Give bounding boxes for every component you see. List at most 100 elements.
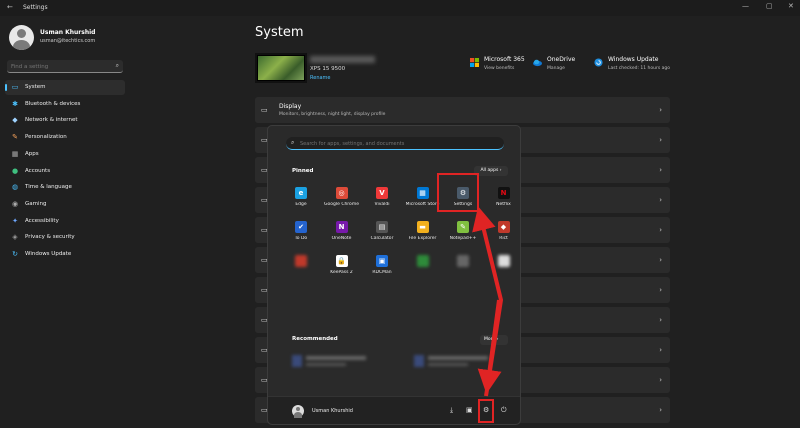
sidebar-item-gaming[interactable]: ◉ Gaming bbox=[5, 197, 125, 212]
all-apps-button[interactable]: All apps › bbox=[474, 166, 508, 176]
sidebar-item-label: Gaming bbox=[25, 200, 47, 207]
maximize-button[interactable]: ▢ bbox=[766, 2, 773, 10]
chevron-right-icon: › bbox=[659, 166, 662, 174]
onenote-icon: N bbox=[335, 221, 348, 233]
chevron-right-icon: › bbox=[659, 406, 662, 414]
rdcman-icon: ▣ bbox=[376, 255, 388, 267]
find-setting-search[interactable]: ⌕ bbox=[7, 60, 123, 73]
power-icon[interactable]: ⏻ bbox=[501, 406, 507, 415]
more-button[interactable]: More › bbox=[480, 335, 508, 345]
pinned-app[interactable] bbox=[443, 252, 483, 286]
page-title: System bbox=[255, 25, 304, 40]
sidebar-item-label: Windows Update bbox=[25, 251, 72, 257]
pinned-app[interactable]: ✎ Notepad++ bbox=[443, 218, 483, 252]
pinned-app-label: Rict bbox=[499, 236, 508, 241]
pinned-app[interactable]: ◎ Google Chrome bbox=[322, 184, 362, 218]
recommended-item[interactable] bbox=[292, 354, 392, 370]
sidebar-item-label: Bluetooth & devices bbox=[25, 100, 81, 107]
chrome-icon: ◎ bbox=[335, 187, 348, 199]
sidebar-item-label: Network & internet bbox=[25, 117, 78, 124]
start-user-name[interactable]: Usman Khurshid bbox=[312, 408, 353, 414]
app-icon: ◆ bbox=[497, 221, 510, 233]
user-avatar[interactable] bbox=[292, 405, 304, 418]
gallery-icon[interactable]: ▣ bbox=[466, 406, 473, 414]
user-name: Usman Khurshid bbox=[40, 29, 96, 36]
sidebar-item-network-internet[interactable]: ◆ Network & internet bbox=[5, 113, 125, 128]
search-input[interactable] bbox=[11, 61, 111, 72]
globe-icon: ◍ bbox=[11, 183, 19, 192]
qa-subtitle: View benefits bbox=[484, 66, 515, 71]
bluetooth-icon: ✱ bbox=[12, 99, 18, 108]
qa-title: Windows Update bbox=[608, 56, 659, 63]
pinned-app[interactable]: N Netflix bbox=[484, 184, 524, 218]
sidebar-item-windows-update[interactable]: ↻ Windows Update bbox=[5, 247, 125, 262]
sidebar-item-label: Accounts bbox=[25, 167, 51, 174]
settings-row[interactable]: ▭ Display Monitors, brightness, night ligh… bbox=[255, 97, 670, 123]
downloads-icon[interactable]: ⤓ bbox=[450, 406, 453, 415]
device-wallpaper-thumbnail bbox=[255, 53, 307, 83]
pinned-app[interactable]: V Vivaldi bbox=[362, 184, 402, 218]
pinned-app[interactable]: ✔ To Do bbox=[281, 218, 321, 252]
sidebar-item-label: Personalization bbox=[25, 134, 67, 141]
sidebar-item-accessibility[interactable]: ✦ Accessibility bbox=[5, 214, 125, 229]
qa-subtitle: Manage bbox=[547, 66, 565, 71]
pinned-app[interactable]: ▤ Calculator bbox=[362, 218, 402, 252]
row-subtitle: Monitors, brightness, night light, displ… bbox=[279, 112, 386, 117]
apps-icon: ▦ bbox=[11, 149, 19, 158]
keepass-icon: 🔒 bbox=[335, 255, 348, 267]
start-search-input[interactable] bbox=[300, 138, 495, 149]
sidebar-item-time-language[interactable]: ◍ Time & language bbox=[5, 180, 125, 195]
sidebar-item-system[interactable]: ▭ System bbox=[5, 80, 125, 95]
sidebar-item-personalization[interactable]: ✎ Personalization bbox=[5, 130, 125, 145]
pinned-app[interactable] bbox=[281, 252, 321, 286]
device-name-redacted bbox=[310, 56, 375, 63]
vivaldi-icon: V bbox=[376, 187, 388, 199]
netflix-icon: N bbox=[497, 187, 510, 199]
sidebar: Usman Khurshid usman@itechtics.com ⌕ ▭ Sy… bbox=[0, 16, 130, 428]
sidebar-item-label: System bbox=[25, 84, 46, 90]
pinned-app[interactable]: ▣ RDCMan bbox=[362, 252, 402, 286]
system-icon: ▭ bbox=[11, 83, 19, 91]
pinned-app[interactable]: 🔒 KeePass 2 bbox=[322, 252, 362, 286]
pinned-app[interactable]: e Edge bbox=[281, 184, 321, 218]
gamepad-icon: ◉ bbox=[11, 199, 19, 208]
pinned-app[interactable]: ▬ File Explorer bbox=[403, 218, 443, 252]
blurred-app-icon bbox=[295, 255, 307, 267]
microsoft-365-icon bbox=[470, 58, 479, 67]
active-indicator bbox=[5, 84, 7, 91]
sidebar-item-bluetooth-devices[interactable]: ✱ Bluetooth & devices bbox=[5, 97, 125, 112]
row-title: Display bbox=[279, 103, 302, 110]
close-button[interactable]: ✕ bbox=[788, 2, 794, 10]
sidebar-item-privacy-security[interactable]: ◈ Privacy & security bbox=[5, 230, 125, 245]
pinned-app[interactable]: N OneNote bbox=[322, 218, 362, 252]
blurred-app-icon bbox=[497, 255, 510, 267]
pinned-app[interactable]: ◆ Rict bbox=[484, 218, 524, 252]
calculator-icon: ▤ bbox=[376, 221, 388, 233]
pinned-heading: Pinned bbox=[292, 168, 314, 174]
sidebar-item-label: Time & language bbox=[25, 184, 72, 191]
back-button[interactable]: ← bbox=[7, 3, 13, 11]
pinned-app[interactable] bbox=[403, 252, 443, 286]
brush-icon: ✎ bbox=[12, 133, 18, 142]
sidebar-item-label: Privacy & security bbox=[25, 234, 75, 241]
rename-link[interactable]: Rename bbox=[310, 75, 331, 81]
window-title: Settings bbox=[23, 4, 48, 11]
sidebar-item-accounts[interactable]: ● Accounts bbox=[5, 164, 125, 179]
sidebar-item-apps[interactable]: ▦ Apps bbox=[5, 147, 125, 162]
chevron-right-icon: › bbox=[659, 316, 662, 324]
chevron-right-icon: › bbox=[659, 136, 662, 144]
recommended-item[interactable] bbox=[414, 354, 514, 370]
blurred-app-icon bbox=[457, 255, 469, 267]
qa-subtitle: Last checked: 11 hours ago bbox=[608, 66, 670, 71]
avatar[interactable] bbox=[9, 25, 34, 50]
search-icon: ⌕ bbox=[291, 139, 295, 146]
pinned-app-label: Netflix bbox=[496, 202, 511, 207]
start-search-box[interactable]: ⌕ bbox=[286, 137, 504, 150]
windows-update-icon bbox=[594, 58, 603, 67]
pinned-app[interactable] bbox=[484, 252, 524, 286]
shield-icon: ◈ bbox=[12, 233, 18, 242]
pinned-app-label: RDCMan bbox=[372, 270, 392, 275]
start-menu: ⌕ Pinned All apps › eEdge◎Google ChromeV… bbox=[267, 125, 521, 425]
onedrive-icon bbox=[533, 59, 542, 67]
minimize-button[interactable]: — bbox=[742, 2, 749, 10]
